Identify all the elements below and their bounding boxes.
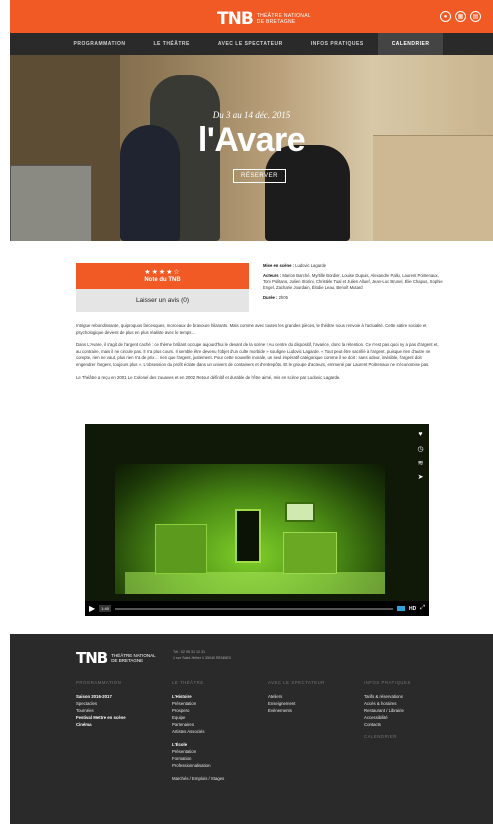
leave-review-button[interactable]: Laisser un avis (0) — [76, 289, 249, 312]
reserve-button[interactable]: RÉSERVER — [233, 169, 286, 183]
footer-link[interactable]: L'Histoire — [172, 693, 267, 700]
description-paragraph: Le Théâtre a reçu en 2001 Le Colonel des… — [76, 374, 341, 380]
hero-crate — [10, 165, 92, 241]
credit-duree: Durée : 2h05 — [263, 295, 443, 301]
footer-link[interactable]: Accessibilité — [364, 714, 459, 721]
footer-link[interactable]: Equipe — [172, 714, 267, 721]
nav-avec-le-spectateur[interactable]: AVEC LE SPECTATEUR — [204, 33, 297, 55]
footer-col-spectateur: AVEC LE SPECTATEUR Ateliers Enseignement… — [268, 680, 363, 714]
hero-date: Du 3 au 14 déc. 2015 — [212, 110, 291, 120]
credit-mise-label: Mise en scène : — [263, 263, 294, 268]
footer-link[interactable]: Evènements — [268, 707, 363, 714]
rating-label: Note du TNB — [144, 277, 181, 283]
footer-heading: LE THÉÂTRE — [172, 680, 204, 685]
nav-calendrier[interactable]: CALENDRIER — [377, 33, 444, 55]
footer-logo-text: THÉÂTRE NATIONAL DE BRETAGNE — [111, 653, 155, 664]
layers-icon[interactable]: ≋ — [416, 458, 425, 467]
video-side-icons: ♥ ◷ ≋ ➤ — [416, 430, 425, 481]
footer-heading: PROGRAMMATION — [76, 680, 122, 685]
heart-icon[interactable]: ♥ — [416, 430, 425, 439]
footer-link[interactable]: Saison 2016-2017 — [76, 693, 171, 700]
footer-link[interactable]: Spectacles — [76, 700, 171, 707]
clock-icon[interactable]: ◷ — [416, 444, 425, 453]
footer-col-programmation: PROGRAMMATION Saison 2016-2017 Spectacle… — [76, 680, 171, 728]
footer-link[interactable]: Artistes Associés — [172, 728, 267, 735]
footer-col-theatre: LE THÉÂTRE L'Histoire Présentation Prosp… — [172, 680, 267, 782]
nav-infos-pratiques[interactable]: INFOS PRATIQUES — [297, 33, 378, 55]
hero-title: l'Avare — [197, 121, 306, 159]
credit-acteurs-value: Marion Barché, Myrtille Bordier, Louise … — [263, 273, 443, 291]
logo-text: THÉÂTRE NATIONAL DE BRETAGNE — [257, 13, 311, 25]
top-bar: TNB THÉÂTRE NATIONAL DE BRETAGNE ● ▦ ▤ — [10, 0, 493, 33]
video-door — [235, 509, 261, 563]
footer-link[interactable]: Marchés / Emplois / Stages — [172, 775, 267, 782]
credit-mise-value: Ludovic Lagarde — [293, 263, 327, 268]
footer-link[interactable]: Cinéma — [76, 721, 171, 728]
video-screen-prop — [285, 502, 315, 522]
nav-le-theatre[interactable]: LE THÉÂTRE — [139, 33, 203, 55]
footer-address: 1 rue Saint-Hélier // 35040 RENNES — [173, 656, 231, 660]
footer-heading: INFOS PRATIQUES — [364, 680, 411, 685]
nav-programmation[interactable]: PROGRAMMATION — [60, 33, 140, 55]
footer-link[interactable]: Ateliers — [268, 693, 363, 700]
footer-link[interactable]: Prospero — [172, 707, 267, 714]
logo-line2: DE BRETAGNE — [256, 19, 296, 25]
footer-link[interactable]: Partenaires — [172, 721, 267, 728]
video-time: 1:40 — [99, 605, 111, 612]
video-floor — [125, 572, 385, 594]
user-icon[interactable]: ● — [440, 11, 451, 22]
tnb-logo[interactable]: TNB THÉÂTRE NATIONAL DE BRETAGNE — [217, 9, 311, 29]
footer-link[interactable]: Festival Mettre en scène — [76, 714, 171, 721]
footer-link[interactable]: Tournées — [76, 707, 171, 714]
footer-link[interactable]: Présentation — [172, 748, 267, 755]
footer-link[interactable]: Présentation — [172, 700, 267, 707]
show-description: Intrigue rebondissante, quiproquos farce… — [76, 323, 441, 387]
play-icon[interactable]: ▶ — [89, 604, 95, 613]
footer: TNB THÉÂTRE NATIONAL DE BRETAGNE Tél : 02… — [10, 634, 493, 824]
footer-link[interactable]: Professionnalisation — [172, 762, 267, 769]
footer-heading-calendrier[interactable]: CALENDRIER — [364, 734, 459, 739]
hd-toggle[interactable]: HD — [409, 606, 416, 612]
fullscreen-icon[interactable]: ⤢ — [420, 605, 425, 612]
footer-link[interactable]: L'École — [172, 741, 267, 748]
hero-banner: Du 3 au 14 déc. 2015 l'Avare RÉSERVER — [10, 55, 493, 241]
video-cabinet — [155, 524, 207, 574]
footer-logo-line2: DE BRETAGNE — [111, 658, 144, 663]
footer-link[interactable]: Enseignement — [268, 700, 363, 707]
footer-logo-line1: THÉÂTRE NATIONAL — [111, 652, 156, 658]
logo-mark: TNB — [217, 9, 254, 29]
video-controls: ▶ 1:40 HD ⤢ — [85, 601, 429, 616]
footer-link[interactable]: Formation — [172, 755, 267, 762]
rating-stars: ★★★★☆ — [144, 269, 181, 276]
ticket-icon[interactable]: ▤ — [470, 11, 481, 22]
credit-acteurs-label: Acteurs : — [263, 273, 282, 279]
show-credits: Mise en scène : Ludovic Lagarde Acteurs … — [263, 263, 443, 305]
footer-col-infos: INFOS PRATIQUES Tarifs & réservations Ac… — [364, 680, 459, 747]
credit-duree-value: 2h05 — [277, 295, 288, 301]
footer-link[interactable]: Contacts — [364, 721, 459, 728]
page: TNB THÉÂTRE NATIONAL DE BRETAGNE ● ▦ ▤ P… — [10, 0, 493, 824]
footer-logo-mark: TNB — [76, 649, 108, 667]
calendar-icon[interactable]: ▦ — [455, 11, 466, 22]
credit-mise: Mise en scène : Ludovic Lagarde — [263, 263, 443, 269]
video-cabinet — [283, 532, 337, 574]
footer-logo[interactable]: TNB THÉÂTRE NATIONAL DE BRETAGNE — [76, 649, 156, 667]
tnb-rating: ★★★★☆ Note du TNB — [76, 263, 249, 289]
credit-acteurs: Acteurs : Marion Barché, Myrtille Bordie… — [263, 273, 443, 291]
credit-duree-label: Durée : — [263, 295, 278, 301]
footer-heading: AVEC LE SPECTATEUR — [268, 680, 325, 685]
main-nav: PROGRAMMATION LE THÉÂTRE AVEC LE SPECTAT… — [10, 33, 493, 55]
video-player[interactable]: ♥ ◷ ≋ ➤ ▶ 1:40 HD ⤢ — [85, 424, 429, 616]
footer-contact: Tél : 02 99 31 12 31 1 rue Saint-Hélier … — [173, 649, 231, 661]
video-progress-bar[interactable] — [114, 607, 393, 610]
top-icons: ● ▦ ▤ — [440, 11, 481, 22]
footer-link[interactable]: Tarifs & réservations — [364, 693, 459, 700]
share-icon[interactable]: ➤ — [416, 472, 425, 481]
description-paragraph: Dans L'Avare, il s'agit de l'argent cach… — [76, 342, 439, 367]
description-paragraph: Intrigue rebondissante, quiproquos farce… — [76, 323, 427, 335]
footer-link[interactable]: Accès & horaires — [364, 700, 459, 707]
footer-link[interactable]: Restaurant / Librairie — [364, 707, 459, 714]
volume-icon[interactable] — [396, 606, 405, 611]
